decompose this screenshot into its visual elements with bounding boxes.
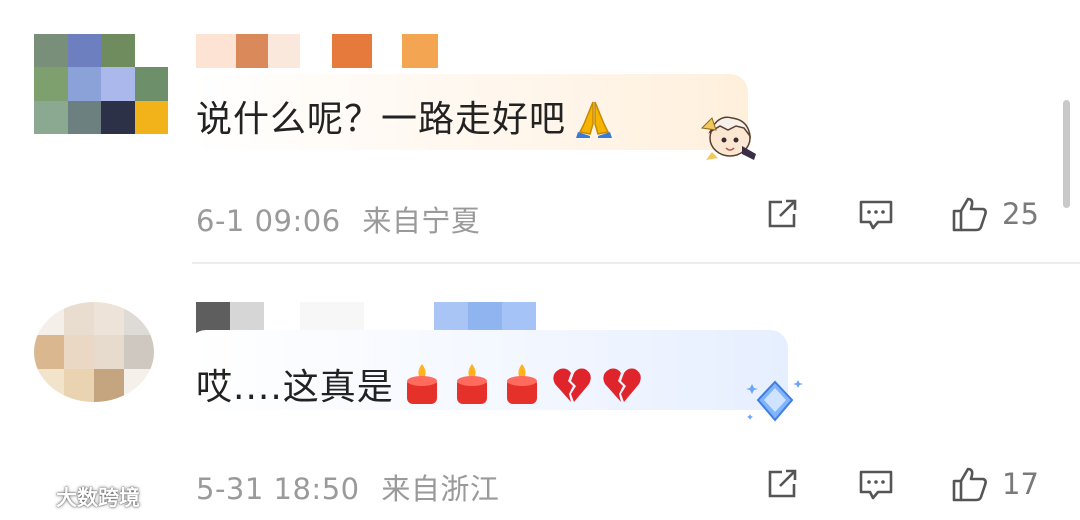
comment-meta: 6-1 09:06 来自宁夏: [196, 198, 480, 240]
thumbs-up-icon[interactable]: [950, 464, 990, 504]
watermark: 大数跨境: [12, 482, 140, 512]
diamond-gem-sticker: [744, 376, 806, 426]
comment-meta: 5-31 18:50 来自浙江: [196, 466, 499, 508]
comment-item: 说什么呢？一路走好吧 6-1 09:06 来自宁夏 25: [0, 0, 1080, 262]
watermark-logo-icon: [15, 486, 49, 510]
comment-location: 来自浙江: [381, 472, 500, 506]
comment-item: 哎....这真是 5-31 18:50 来自浙江 17: [0, 266, 1080, 520]
comment-divider: [192, 262, 1080, 264]
username-redacted[interactable]: [196, 34, 438, 68]
folded-hands-emoji: [572, 94, 616, 138]
comment-actions: 25: [762, 194, 1042, 234]
comment-text-row: 哎....这真是: [196, 358, 644, 410]
avatar[interactable]: [34, 34, 168, 134]
broken-heart-emoji: [550, 362, 594, 406]
comment-icon[interactable]: [856, 464, 896, 504]
comment-location: 来自宁夏: [362, 204, 481, 238]
comment-text-row: 说什么呢？一路走好吧: [196, 90, 616, 142]
comment-text: 哎....这真是: [196, 367, 394, 408]
thumbs-up-icon[interactable]: [950, 194, 990, 234]
like-count: 25: [1002, 197, 1039, 231]
anime-girl-sticker: [698, 108, 762, 164]
comment-icon[interactable]: [856, 194, 896, 234]
like-count: 17: [1002, 467, 1039, 501]
scrollbar[interactable]: [1063, 100, 1070, 208]
share-icon[interactable]: [762, 464, 802, 504]
avatar[interactable]: [34, 302, 154, 402]
comment-time: 5-31 18:50: [196, 472, 360, 506]
candle-emoji: [450, 362, 494, 406]
watermark-text: 大数跨境: [56, 486, 140, 510]
comment-time: 6-1 09:06: [196, 204, 341, 238]
candle-emoji: [500, 362, 544, 406]
comment-actions: 17: [762, 464, 1042, 504]
candle-emoji: [400, 362, 444, 406]
broken-heart-emoji: [600, 362, 644, 406]
share-icon[interactable]: [762, 194, 802, 234]
comment-text: 说什么呢？一路走好吧: [196, 99, 567, 140]
